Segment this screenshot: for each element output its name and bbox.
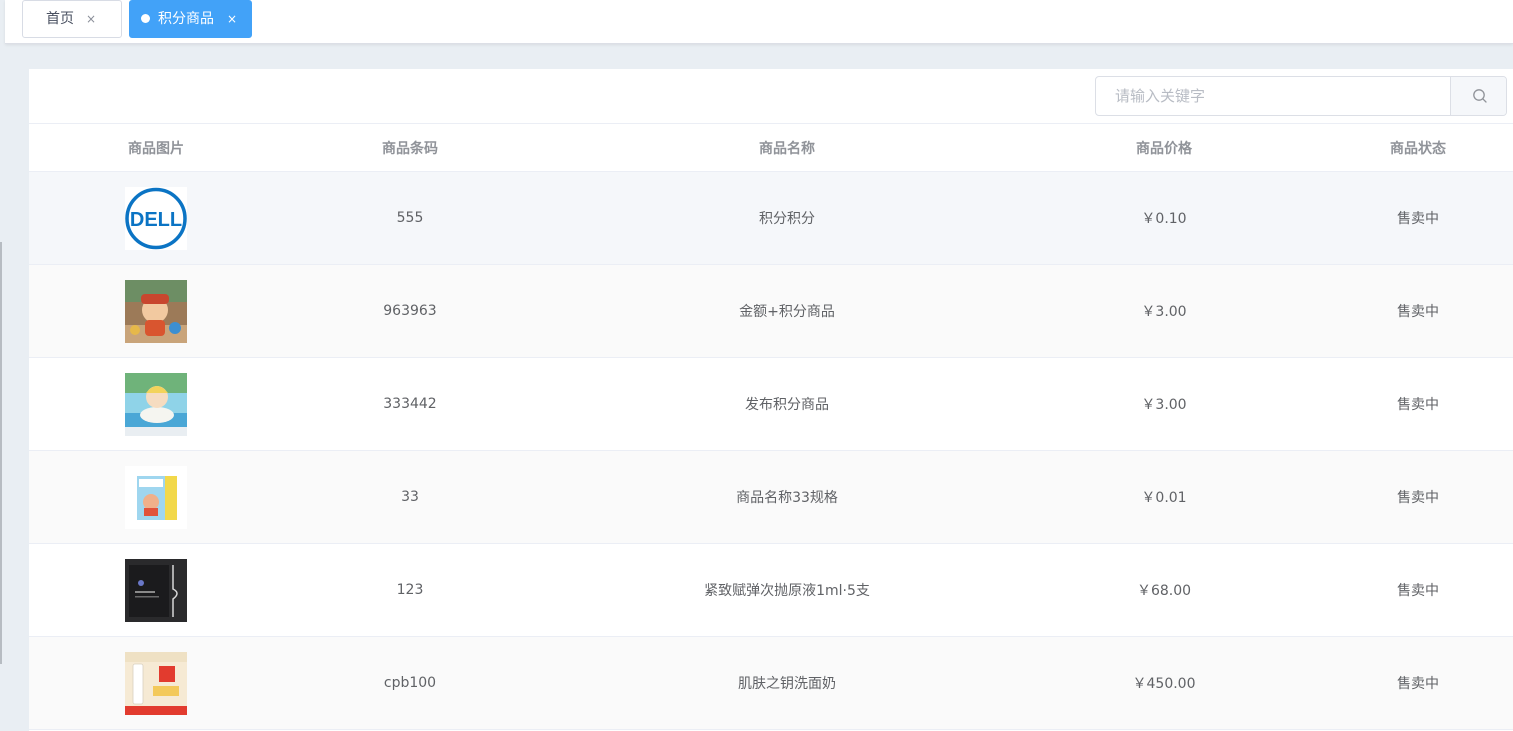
svg-text:DELL: DELL: [130, 209, 182, 231]
scrollbar-track[interactable]: [0, 242, 2, 664]
search-icon: [1473, 89, 1487, 103]
product-name: 积分积分: [759, 211, 815, 227]
product-status: 售卖中: [1397, 676, 1439, 692]
product-image-pool-figure: [125, 372, 187, 436]
product-barcode: 333442: [383, 396, 437, 412]
table-row[interactable]: 33 商品名称33规格 ￥0.01 售卖中: [29, 451, 1513, 544]
table-row[interactable]: 963963 金额+积分商品 ￥3.00 售卖中: [29, 265, 1513, 358]
product-barcode: cpb100: [383, 675, 437, 691]
header-image: 商品图片: [128, 140, 184, 157]
tab-points-products-label: 积分商品: [158, 11, 214, 27]
tab-home-close-icon[interactable]: ×: [86, 1, 96, 37]
tab-points-products-close-icon[interactable]: ×: [227, 1, 237, 37]
product-status: 售卖中: [1397, 397, 1439, 413]
tab-home-label: 首页: [46, 11, 74, 27]
product-status: 售卖中: [1397, 583, 1439, 599]
header-barcode: 商品条码: [382, 140, 438, 157]
search-button[interactable]: [1450, 77, 1506, 115]
tab-home[interactable]: 首页 ×: [22, 0, 122, 38]
product-barcode: 33: [401, 489, 419, 505]
product-price: ￥450.00: [1132, 676, 1196, 692]
product-name: 紧致赋弹次抛原液1ml·5支: [704, 583, 870, 599]
product-name: 商品名称33规格: [736, 490, 838, 506]
product-image-cleanser-promo: [125, 651, 187, 715]
header-price: 商品价格: [1136, 140, 1192, 157]
product-name: 发布积分商品: [745, 397, 829, 413]
product-price: ￥0.10: [1141, 211, 1187, 227]
header-status: 商品状态: [1390, 140, 1446, 157]
table-header: 商品图片 商品条码 商品名称 商品价格 商品状态: [29, 123, 1513, 172]
product-image-toy-figure: [125, 279, 187, 343]
product-barcode: 123: [396, 582, 424, 598]
table-row[interactable]: 123 紧致赋弹次抛原液1ml·5支 ￥68.00 售卖中: [29, 544, 1513, 637]
search-input[interactable]: [1096, 77, 1450, 115]
table-row[interactable]: 333442 发布积分商品 ￥3.00 售卖中: [29, 358, 1513, 451]
tab-bar: 首页 × 积分商品 ×: [5, 0, 1513, 44]
product-name: 金额+积分商品: [739, 304, 835, 320]
product-barcode: 963963: [383, 303, 437, 319]
product-status: 售卖中: [1397, 304, 1439, 320]
product-barcode: 555: [396, 210, 424, 226]
product-price: ￥0.01: [1141, 490, 1187, 506]
product-image-black-box: [125, 558, 187, 622]
product-panel: 商品图片 商品条码 商品名称 商品价格 商品状态 DELL 555 积分积分 ￥…: [29, 69, 1513, 731]
table-row[interactable]: cpb100 肌肤之钥洗面奶 ￥450.00 售卖中: [29, 637, 1513, 730]
header-name: 商品名称: [759, 140, 815, 157]
search-box: [1095, 76, 1507, 116]
active-dot-icon: [141, 14, 150, 23]
product-price: ￥3.00: [1141, 304, 1187, 320]
product-name: 肌肤之钥洗面奶: [738, 676, 836, 692]
product-price: ￥68.00: [1136, 583, 1192, 599]
product-image-dell-logo: DELL: [125, 186, 187, 250]
product-image-toy-box: [125, 465, 187, 529]
product-status: 售卖中: [1397, 211, 1439, 227]
table-row[interactable]: DELL 555 积分积分 ￥0.10 售卖中: [29, 172, 1513, 265]
product-price: ￥3.00: [1141, 397, 1187, 413]
product-status: 售卖中: [1397, 490, 1439, 506]
tab-points-products[interactable]: 积分商品 ×: [129, 0, 252, 38]
left-scroll-strip: [0, 0, 5, 731]
